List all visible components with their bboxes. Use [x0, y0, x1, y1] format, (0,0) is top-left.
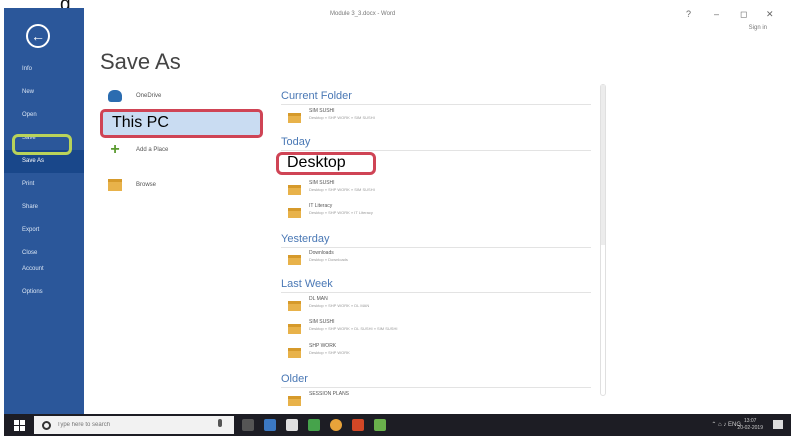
folder-path: Desktop » SHP WORK [309, 350, 350, 355]
folder-icon [288, 396, 301, 406]
folder-icon [288, 348, 301, 358]
nav-bottom-list: Account Options [4, 258, 84, 304]
section-current-folder: Current Folder [281, 90, 352, 102]
folder-path: Desktop » Downloads [309, 257, 348, 262]
task-view-icon[interactable] [242, 419, 254, 431]
help-button[interactable]: ? [686, 9, 691, 19]
back-arrow-icon[interactable]: ← [26, 24, 50, 48]
folder-icon [288, 301, 301, 311]
folder-path: Desktop » SHP WORK » DL SUSHI » SIM SUSH… [309, 326, 398, 331]
section-yesterday: Yesterday [281, 233, 330, 245]
folder-item[interactable]: Downloads Desktop » Downloads [288, 250, 348, 270]
location-add-place[interactable]: + Add a Place [108, 141, 168, 159]
location-onedrive-label: OneDrive [136, 93, 162, 99]
folder-name: DL MAN [309, 296, 328, 302]
section-last-week: Last Week [281, 278, 333, 290]
folder-item[interactable]: SHP WORK Desktop » SHP WORK [288, 343, 350, 363]
nav-item-info[interactable]: Info [4, 58, 84, 81]
location-browse[interactable]: Browse [108, 176, 156, 194]
section-divider [281, 150, 591, 151]
scrollbar-thumb[interactable] [601, 85, 605, 245]
section-divider [281, 247, 591, 248]
page-title: Save As [100, 49, 181, 74]
folder-icon [108, 179, 122, 191]
edge-icon[interactable] [264, 419, 276, 431]
nav-list: Info New Open Save Save As Print Share E… [4, 58, 84, 265]
folder-name: SESSION PLANS [309, 391, 350, 397]
close-button[interactable]: ✕ [766, 9, 774, 20]
taskbar-search[interactable] [34, 416, 234, 434]
nav-item-account[interactable]: Account [4, 258, 84, 281]
nav-item-print[interactable]: Print [4, 173, 84, 196]
sign-in-link[interactable]: Sign in [749, 25, 767, 31]
folder-name: IT Literacy [309, 203, 333, 209]
folder-item[interactable]: SIM SUSHI Desktop » SHP WORK » SIM SUSHI [288, 108, 375, 128]
folder-icon [288, 113, 301, 123]
folder-item[interactable]: SIM SUSHI Desktop » SHP WORK » SIM SUSHI [288, 180, 375, 200]
location-onedrive[interactable]: OneDrive [108, 87, 161, 105]
folder-item[interactable]: SIM SUSHI Desktop » SHP WORK » DL SUSHI … [288, 319, 397, 339]
folder-item[interactable]: IT Literacy Desktop » SHP WORK » IT Lite… [288, 203, 373, 223]
folder-path: Desktop » SHP WORK » SIM SUSHI [309, 187, 375, 192]
backstage-nav: ← Info New Open Save Save As Print Share… [4, 8, 84, 414]
clock-time: 13:07 [743, 418, 757, 424]
file-explorer-icon[interactable] [286, 419, 298, 431]
folder-icon [288, 185, 301, 195]
section-divider [281, 104, 591, 105]
clock-date: 20-02-2019 [737, 425, 763, 431]
notification-icon[interactable] [773, 420, 783, 429]
location-browse-label: Browse [136, 182, 157, 188]
windows-start-icon[interactable] [14, 420, 25, 431]
taskbar-search-input[interactable] [57, 422, 207, 428]
nav-item-open[interactable]: Open [4, 104, 84, 127]
app-icon[interactable] [374, 419, 386, 431]
taskbar-clock[interactable]: 13:07 20-02-2019 [737, 418, 763, 432]
folder-name: Downloads [309, 250, 334, 256]
folder-desktop-label: Desktop [287, 154, 346, 171]
nav-item-new[interactable]: New [4, 81, 84, 104]
folder-name: SIM SUSHI [309, 319, 335, 325]
section-divider [281, 292, 591, 293]
microphone-icon[interactable] [218, 419, 222, 427]
folder-path: Desktop » SHP WORK » IT Literacy [309, 210, 373, 215]
plus-icon: + [110, 141, 120, 158]
cortana-icon [42, 420, 51, 430]
folder-item[interactable]: DL MAN Desktop » SHP WORK » DL MAN [288, 296, 369, 316]
window-title: Module 3_3.docx - Word [330, 11, 396, 17]
taskbar: ⌃ ⌂ ♪ ENG 13:07 20-02-2019 [4, 414, 791, 436]
save-as-highlight-box [12, 134, 72, 155]
folder-name: SIM SUSHI [309, 108, 335, 114]
nav-item-export[interactable]: Export [4, 219, 84, 242]
folder-icon [288, 208, 301, 218]
folder-name: SHP WORK [309, 343, 337, 349]
section-divider [281, 387, 591, 388]
location-this-pc-label: This PC [112, 114, 169, 131]
nav-item-options[interactable]: Options [4, 281, 84, 304]
folder-path: Desktop » SHP WORK » SIM SUSHI [309, 115, 375, 120]
nav-item-share[interactable]: Share [4, 196, 84, 219]
location-add-place-label: Add a Place [136, 147, 169, 153]
recent-list-scrollbar[interactable] [600, 84, 606, 396]
folder-icon [288, 324, 301, 334]
folder-item[interactable]: SESSION PLANS [288, 391, 349, 411]
folder-icon [288, 255, 301, 265]
section-today: Today [281, 136, 311, 148]
store-icon[interactable] [308, 419, 320, 431]
section-older: Older [281, 373, 308, 385]
folder-name: SIM SUSHI [309, 180, 335, 186]
cloud-icon [108, 90, 122, 102]
maximize-button[interactable]: ◻ [740, 9, 747, 20]
minimize-button[interactable]: – [714, 9, 719, 19]
folder-path: Desktop » SHP WORK » DL MAN [309, 303, 370, 308]
chrome-icon[interactable] [330, 419, 342, 431]
powerpoint-icon[interactable] [352, 419, 364, 431]
